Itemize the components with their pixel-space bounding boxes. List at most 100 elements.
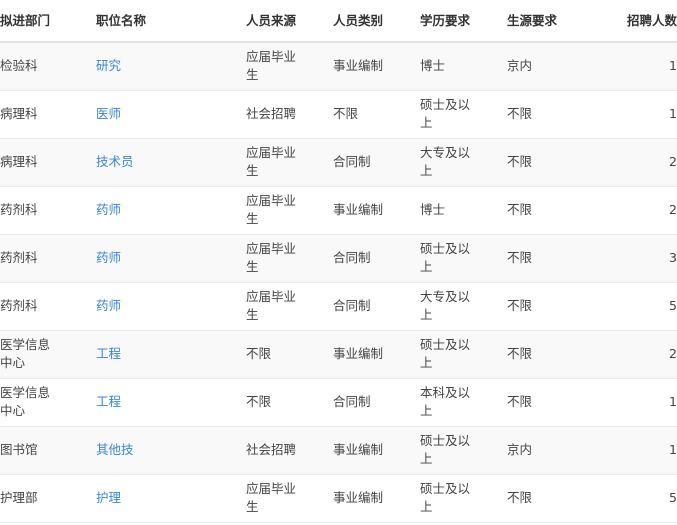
position-link[interactable]: 药师 (96, 202, 121, 217)
position-link[interactable]: 药师 (96, 298, 121, 313)
source-text: 不限 (246, 394, 272, 409)
position-link[interactable]: 工程 (96, 346, 121, 361)
cell-department: 药剂科 (0, 282, 96, 331)
education-text: 硕士及以上 (420, 97, 471, 130)
cell-source: 应届毕业生 (246, 42, 333, 91)
cell-education: 硕士及以上 (420, 234, 507, 283)
cell-position: 护理 (96, 474, 246, 523)
cell-category: 事业编制 (333, 474, 420, 523)
position-link[interactable]: 护理 (96, 490, 121, 505)
cell-position: 研究 (96, 42, 246, 91)
cell-category: 合同制 (333, 138, 420, 187)
cell-origin: 不限 (507, 138, 589, 187)
position-link[interactable]: 技术员 (96, 154, 134, 169)
cell-origin: 不限 (507, 90, 589, 139)
cell-education: 硕士及以上 (420, 90, 507, 139)
cell-position: 药师 (96, 186, 246, 235)
header-origin: 生源要求 (507, 0, 589, 43)
header-count: 招聘人数 (589, 0, 677, 43)
cell-source: 应届毕业生 (246, 186, 333, 235)
education-text: 博士 (420, 202, 446, 217)
cell-position: 医师 (96, 90, 246, 139)
cell-origin: 京内 (507, 426, 589, 475)
cell-department: 医学信息中心 (0, 330, 96, 379)
cell-source: 应届毕业生 (246, 474, 333, 523)
header-education: 学历要求 (420, 0, 507, 43)
cell-category: 合同制 (333, 234, 420, 283)
cell-source: 社会招聘 (246, 90, 333, 139)
cell-category: 事业编制 (333, 426, 420, 475)
cell-category: 事业编制 (333, 186, 420, 235)
table-row: 药剂科 药师 应届毕业生 合同制 硕士及以上 不限 3 (0, 234, 677, 283)
cell-position: 其他技 (96, 426, 246, 475)
cell-origin: 不限 (507, 234, 589, 283)
cell-category: 不限 (333, 90, 420, 139)
source-text: 应届毕业生 (246, 193, 297, 226)
cell-source: 应届毕业生 (246, 234, 333, 283)
department-text: 医学信息中心 (0, 337, 51, 370)
cell-count: 5 (589, 474, 677, 523)
header-department: 拟进部门 (0, 0, 96, 43)
header-source: 人员来源 (246, 0, 333, 43)
cell-count: 1 (589, 378, 677, 427)
source-text: 社会招聘 (246, 442, 297, 457)
cell-origin: 不限 (507, 330, 589, 379)
cell-department: 药剂科 (0, 234, 96, 283)
cell-department: 护理部 (0, 474, 96, 523)
cell-source: 应届毕业生 (246, 138, 333, 187)
cell-source: 社会招聘 (246, 426, 333, 475)
position-link[interactable]: 药师 (96, 250, 121, 265)
table-header-row: 拟进部门 职位名称 人员来源 人员类别 学历要求 生源要求 招聘人数 (0, 0, 677, 43)
cell-education: 博士 (420, 186, 507, 235)
cell-education: 大专及以上 (420, 282, 507, 331)
table-row: 药剂科 药师 应届毕业生 合同制 大专及以上 不限 5 (0, 282, 677, 331)
cell-position: 技术员 (96, 138, 246, 187)
department-text: 药剂科 (0, 298, 38, 313)
header-position: 职位名称 (96, 0, 246, 43)
cell-education: 硕士及以上 (420, 330, 507, 379)
cell-education: 大专及以上 (420, 138, 507, 187)
cell-position: 药师 (96, 282, 246, 331)
education-text: 大专及以上 (420, 145, 471, 178)
source-text: 不限 (246, 346, 272, 361)
department-text: 病理科 (0, 154, 38, 169)
source-text: 应届毕业生 (246, 145, 297, 178)
position-link[interactable]: 工程 (96, 394, 121, 409)
department-text: 病理科 (0, 106, 38, 121)
source-text: 应届毕业生 (246, 49, 297, 83)
table-row: 病理科 医师 社会招聘 不限 硕士及以上 不限 1 (0, 90, 677, 139)
position-link[interactable]: 医师 (96, 106, 121, 121)
cell-count: 1 (589, 426, 677, 475)
cell-origin: 京内 (507, 42, 589, 91)
cell-origin: 不限 (507, 474, 589, 523)
table-row: 药剂科 药师 应届毕业生 事业编制 博士 不限 2 (0, 186, 677, 235)
cell-education: 本科及以上 (420, 378, 507, 427)
table-row: 护理部 护理 应届毕业生 事业编制 硕士及以上 不限 5 (0, 474, 677, 523)
cell-department: 检验科 (0, 42, 96, 91)
header-category: 人员类别 (333, 0, 420, 43)
education-text: 硕士及以上 (420, 337, 471, 370)
education-text: 硕士及以上 (420, 481, 471, 514)
source-text: 社会招聘 (246, 106, 297, 121)
position-link[interactable]: 研究 (96, 58, 121, 73)
job-listing-table-container: 拟进部门 职位名称 人员来源 人员类别 学历要求 生源要求 招聘人数 检验科 研… (0, 0, 677, 525)
cell-source: 不限 (246, 378, 333, 427)
education-text: 大专及以上 (420, 289, 471, 322)
cell-category: 事业编制 (333, 330, 420, 379)
cell-department: 医学信息中心 (0, 378, 96, 427)
table-row: 图书馆 其他技 社会招聘 事业编制 硕士及以上 京内 1 (0, 426, 677, 475)
job-listing-table: 拟进部门 职位名称 人员来源 人员类别 学历要求 生源要求 招聘人数 检验科 研… (0, 0, 677, 523)
cell-position: 工程 (96, 378, 246, 427)
table-row: 病理科 技术员 应届毕业生 合同制 大专及以上 不限 2 (0, 138, 677, 187)
cell-count: 2 (589, 186, 677, 235)
department-text: 图书馆 (0, 442, 38, 457)
cell-department: 图书馆 (0, 426, 96, 475)
cell-category: 合同制 (333, 282, 420, 331)
position-link[interactable]: 其他技 (96, 442, 134, 457)
cell-origin: 不限 (507, 186, 589, 235)
table-row: 医学信息中心 工程 不限 合同制 本科及以上 不限 1 (0, 378, 677, 427)
cell-education: 博士 (420, 42, 507, 91)
cell-education: 硕士及以上 (420, 474, 507, 523)
department-text: 药剂科 (0, 250, 38, 265)
education-text: 本科及以上 (420, 385, 471, 418)
